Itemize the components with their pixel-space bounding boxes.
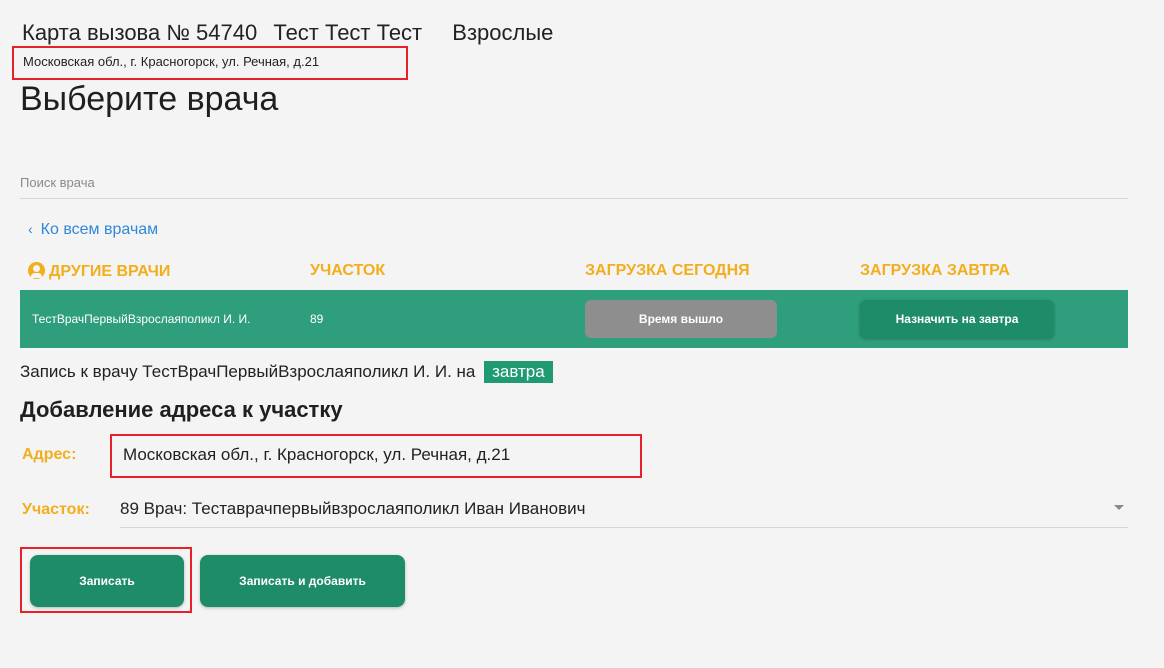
user-circle-icon — [28, 262, 45, 279]
chevron-left-icon: ‹ — [28, 221, 33, 237]
column-header-doctors-label: ДРУГИЕ ВРАЧИ — [49, 263, 171, 280]
table-row: ТестВрачПервыйВзрослаяполикл И. И. 89 Вр… — [20, 290, 1128, 348]
patient-category: Взрослые — [452, 20, 554, 45]
add-address-section-title: Добавление адреса к участку — [20, 397, 343, 422]
column-header-plot: УЧАСТОК — [310, 262, 386, 279]
back-to-all-doctors-link[interactable]: ‹ Ко всем врачам — [28, 221, 158, 239]
call-card-header: Карта вызова № 54740 Тест Тест Тест Взро… — [22, 20, 563, 46]
save-button[interactable]: Записать — [30, 555, 184, 607]
caret-down-icon — [1114, 505, 1124, 510]
appointment-day-badge: завтра — [484, 361, 553, 383]
plot-select-value: 89 Врач: Теставрачпервыйвзрослаяполикл И… — [120, 499, 586, 518]
appointment-summary: Запись к врачу ТестВрачПервыйВзрослаяпол… — [20, 361, 553, 383]
patient-name: Тест Тест Тест — [273, 20, 423, 45]
appointment-text: Запись к врачу ТестВрачПервыйВзрослаяпол… — [20, 362, 476, 381]
call-card-title: Карта вызова № 54740 — [22, 20, 258, 45]
address-label: Адрес: — [22, 446, 77, 463]
assign-tomorrow-button[interactable]: Назначить на завтра — [860, 300, 1054, 338]
page-title: Выберите врача — [20, 80, 279, 118]
doctor-plot: 89 — [310, 312, 324, 326]
column-header-load-tomorrow: ЗАГРУЗКА ЗАВТРА — [860, 262, 1010, 279]
header-address: Московская обл., г. Красногорск, ул. Реч… — [12, 46, 408, 80]
back-link-label: Ко всем врачам — [40, 221, 159, 238]
column-header-doctors: ДРУГИЕ ВРАЧИ — [28, 262, 170, 281]
doctor-name: ТестВрачПервыйВзрослаяполикл И. И. — [32, 312, 251, 326]
plot-select[interactable]: 89 Врач: Теставрачпервыйвзрослаяполикл И… — [120, 495, 1128, 528]
save-and-add-button[interactable]: Записать и добавить — [200, 555, 405, 607]
address-value: Московская обл., г. Красногорск, ул. Реч… — [110, 434, 642, 478]
column-header-load-today: ЗАГРУЗКА СЕГОДНЯ — [585, 262, 750, 279]
time-expired-button: Время вышло — [585, 300, 777, 338]
plot-label: Участок: — [22, 501, 90, 518]
search-field — [20, 168, 1128, 199]
doctor-search-input[interactable] — [20, 168, 1128, 196]
